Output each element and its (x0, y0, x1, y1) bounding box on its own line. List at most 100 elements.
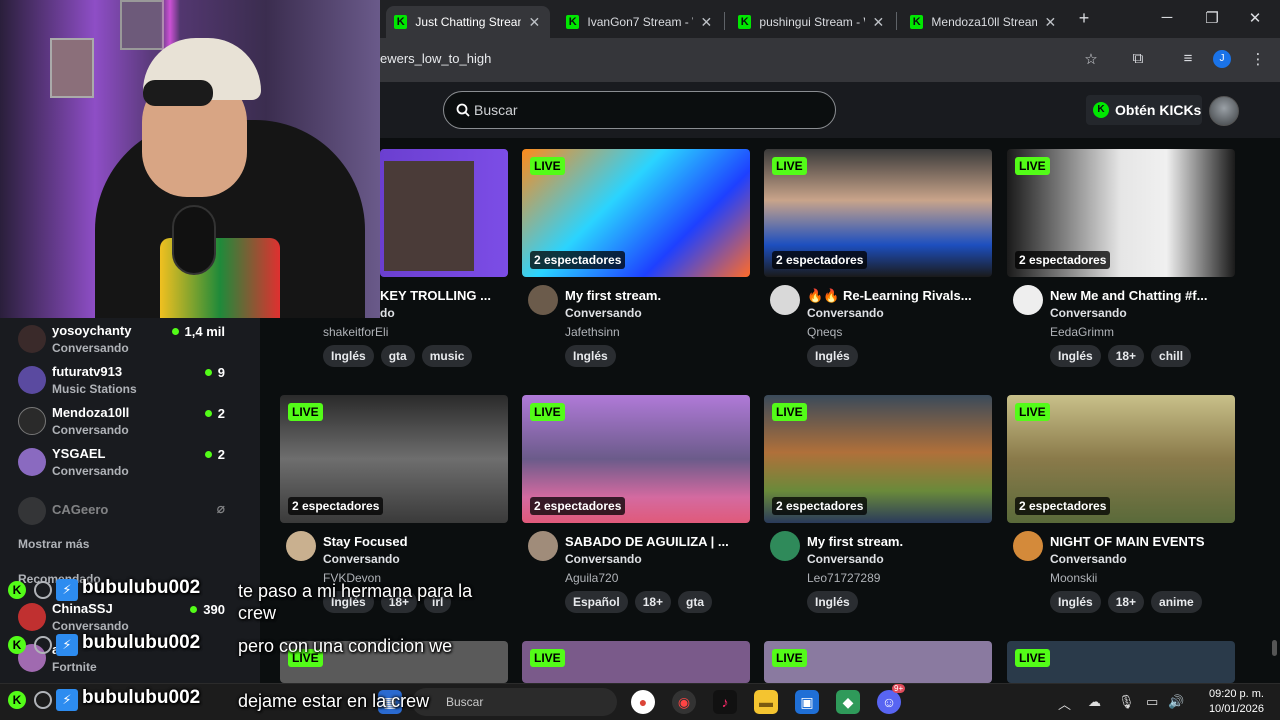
tag-chip[interactable]: chill (1151, 345, 1192, 367)
close-tab-icon[interactable]: ✕ (527, 14, 542, 31)
search-input[interactable] (474, 100, 814, 120)
tag-chip[interactable]: Inglés (565, 345, 616, 367)
file-explorer-icon[interactable]: ▬ (754, 690, 778, 714)
tag-chip[interactable]: Inglés (807, 345, 858, 367)
tag-chip[interactable]: gta (380, 345, 415, 367)
stream-thumbnail[interactable]: LIVE 2 espectadores (764, 149, 992, 277)
sidebar-channel-chinassj[interactable]: ChinaSSJ Conversando 390 (18, 600, 243, 636)
tag-chip[interactable]: 18+ (1107, 591, 1145, 613)
close-window-icon[interactable]: ✕ (1240, 9, 1270, 27)
stream-category[interactable]: Conversando (565, 306, 642, 320)
stream-card[interactable]: LIVE 2 espectadores New Me and Chatting … (1007, 149, 1237, 367)
streamer-name[interactable]: Moonskii (1050, 571, 1097, 585)
close-tab-icon[interactable]: ✕ (1043, 14, 1058, 31)
stream-title[interactable]: SABADO DE AGUILIZA | ... (565, 534, 745, 549)
stream-title[interactable]: Stay Focused (323, 534, 503, 549)
tag-chip[interactable]: Inglés (1050, 591, 1101, 613)
restore-icon[interactable]: ❐ (1197, 9, 1227, 27)
stream-title[interactable]: My first stream. (565, 288, 745, 303)
obs-icon[interactable]: ◉ (672, 690, 696, 714)
streamer-avatar[interactable] (1013, 285, 1043, 315)
streamer-avatar[interactable] (286, 531, 316, 561)
stream-category[interactable]: Conversando (565, 552, 642, 566)
stream-thumbnail[interactable]: LIVE 2 espectadores (1007, 149, 1235, 277)
stream-category[interactable]: Conversando (1050, 306, 1127, 320)
stream-thumbnail[interactable]: LIVE 2 espectadores (1007, 395, 1235, 523)
streamer-avatar[interactable] (770, 531, 800, 561)
stream-card[interactable]: LIVE 2 espectadores SABADO DE AGUILIZA |… (522, 395, 752, 613)
profile-avatar[interactable]: J (1213, 50, 1231, 68)
get-kicks-button[interactable]: K Obtén KICKs (1086, 95, 1202, 125)
streamer-name[interactable]: Jafethsinn (565, 325, 620, 339)
url-text[interactable]: ewers_low_to_high (380, 51, 491, 66)
tab-mendoza10ll[interactable]: K Mendoza10ll Stream ✕ (902, 6, 1066, 38)
sidebar-channel-futuratv913[interactable]: futuratv913 Music Stations 9 (18, 363, 243, 399)
stream-thumbnail[interactable]: LIVE (522, 641, 750, 683)
streamer-name[interactable]: Qneqs (807, 325, 842, 339)
stream-thumbnail[interactable]: LIVE 2 espectadores (764, 395, 992, 523)
stream-title[interactable]: New Me and Chatting #f... (1050, 288, 1230, 303)
stream-category[interactable]: do (380, 306, 395, 320)
tag-chip[interactable]: gta (678, 591, 713, 613)
streamer-avatar[interactable] (770, 285, 800, 315)
streamer-name[interactable]: Aguila720 (565, 571, 618, 585)
user-avatar[interactable] (1209, 96, 1239, 126)
streamer-name[interactable]: shakeitforEli (323, 325, 388, 339)
stream-thumbnail[interactable] (380, 149, 508, 277)
stream-card[interactable]: LIVE 2 espectadores My first stream. Con… (764, 395, 994, 613)
streamer-avatar[interactable] (1013, 531, 1043, 561)
extensions-icon[interactable]: ⧉ (1128, 50, 1148, 70)
tag-chip[interactable]: Inglés (1050, 345, 1101, 367)
discord-icon[interactable]: ☺ (877, 690, 901, 714)
tag-chip[interactable]: 18+ (1107, 345, 1145, 367)
chrome-icon[interactable]: ● (631, 690, 655, 714)
stream-card[interactable]: LIVE 2 espectadores My first stream. Con… (522, 149, 752, 367)
tab-just-chatting[interactable]: K Just Chatting Stream ✕ (386, 6, 550, 38)
stream-title[interactable]: My first stream. (807, 534, 987, 549)
streamer-name[interactable]: EedaGrimm (1050, 325, 1114, 339)
streamer-avatar[interactable] (528, 531, 558, 561)
scrollbar[interactable] (1272, 640, 1277, 656)
bookmark-star-icon[interactable]: ☆ (1081, 50, 1101, 70)
stream-thumbnail[interactable]: LIVE (764, 641, 992, 683)
app-icon[interactable]: ◆ (836, 690, 860, 714)
cloud-icon[interactable]: ☁ (1088, 694, 1101, 710)
stream-thumbnail[interactable]: LIVE 2 espectadores (280, 395, 508, 523)
tag-chip[interactable]: music (421, 345, 473, 367)
sidebar-channel-ysgael[interactable]: YSGAEL Conversando 2 (18, 445, 243, 481)
tag-chip[interactable]: anime (1151, 591, 1202, 613)
stream-thumbnail[interactable]: LIVE 2 espectadores (522, 395, 750, 523)
close-tab-icon[interactable]: ✕ (699, 14, 714, 31)
stream-category[interactable]: Conversando (323, 552, 400, 566)
tag-chip[interactable]: Inglés (323, 345, 374, 367)
sidebar-channel-yosoychanty[interactable]: yosoychanty Conversando 1,4 mil (18, 322, 243, 358)
tag-chip[interactable]: Inglés (807, 591, 858, 613)
tab-ivangon7[interactable]: K IvanGon7 Stream - W ✕ (558, 6, 722, 38)
taskbar-clock[interactable]: 09:20 p. m. 10/01/2026 (1196, 687, 1264, 717)
stream-title[interactable]: 🔥🔥 Re-Learning Rivals... (807, 288, 987, 304)
tab-pushingui[interactable]: K pushingui Stream - W ✕ (730, 6, 894, 38)
browser-menu-icon[interactable]: ⋮ (1248, 50, 1268, 70)
stream-category[interactable]: Conversando (807, 552, 884, 566)
tray-chevron-icon[interactable]: ︿ (1058, 694, 1071, 713)
stream-card[interactable]: LIVE 2 espectadores NIGHT OF MAIN EVENTS… (1007, 395, 1237, 613)
tag-chip[interactable]: 18+ (634, 591, 672, 613)
tag-chip[interactable]: Español (565, 591, 628, 613)
sidebar-channel-cageero[interactable]: CAGeero ⌀ (18, 494, 243, 530)
close-tab-icon[interactable]: ✕ (871, 14, 886, 31)
show-more-link[interactable]: Mostrar más (18, 537, 89, 551)
streamer-avatar[interactable] (528, 285, 558, 315)
stream-card[interactable]: LIVE 2 espectadores 🔥🔥 Re-Learning Rival… (764, 149, 994, 367)
stream-thumbnail[interactable]: LIVE (1007, 641, 1235, 683)
tiktok-icon[interactable]: ♪ (713, 690, 737, 714)
minimize-icon[interactable]: ─ (1152, 9, 1182, 26)
sidebar-channel-mendoza10ll[interactable]: Mendoza10ll Conversando 2 (18, 404, 243, 440)
stream-card[interactable]: LIVE 2 espectadores Stay Focused Convers… (280, 395, 510, 613)
stream-category[interactable]: Conversando (807, 306, 884, 320)
microphone-icon[interactable]: 🎙 (1118, 694, 1135, 710)
volume-icon[interactable]: 🔊 (1168, 694, 1184, 710)
stream-thumbnail[interactable]: LIVE 2 espectadores (522, 149, 750, 277)
media-control-icon[interactable]: ≡ (1178, 50, 1198, 70)
new-tab-icon[interactable]: + (1072, 8, 1096, 29)
stream-title[interactable]: NIGHT OF MAIN EVENTS (1050, 534, 1230, 549)
